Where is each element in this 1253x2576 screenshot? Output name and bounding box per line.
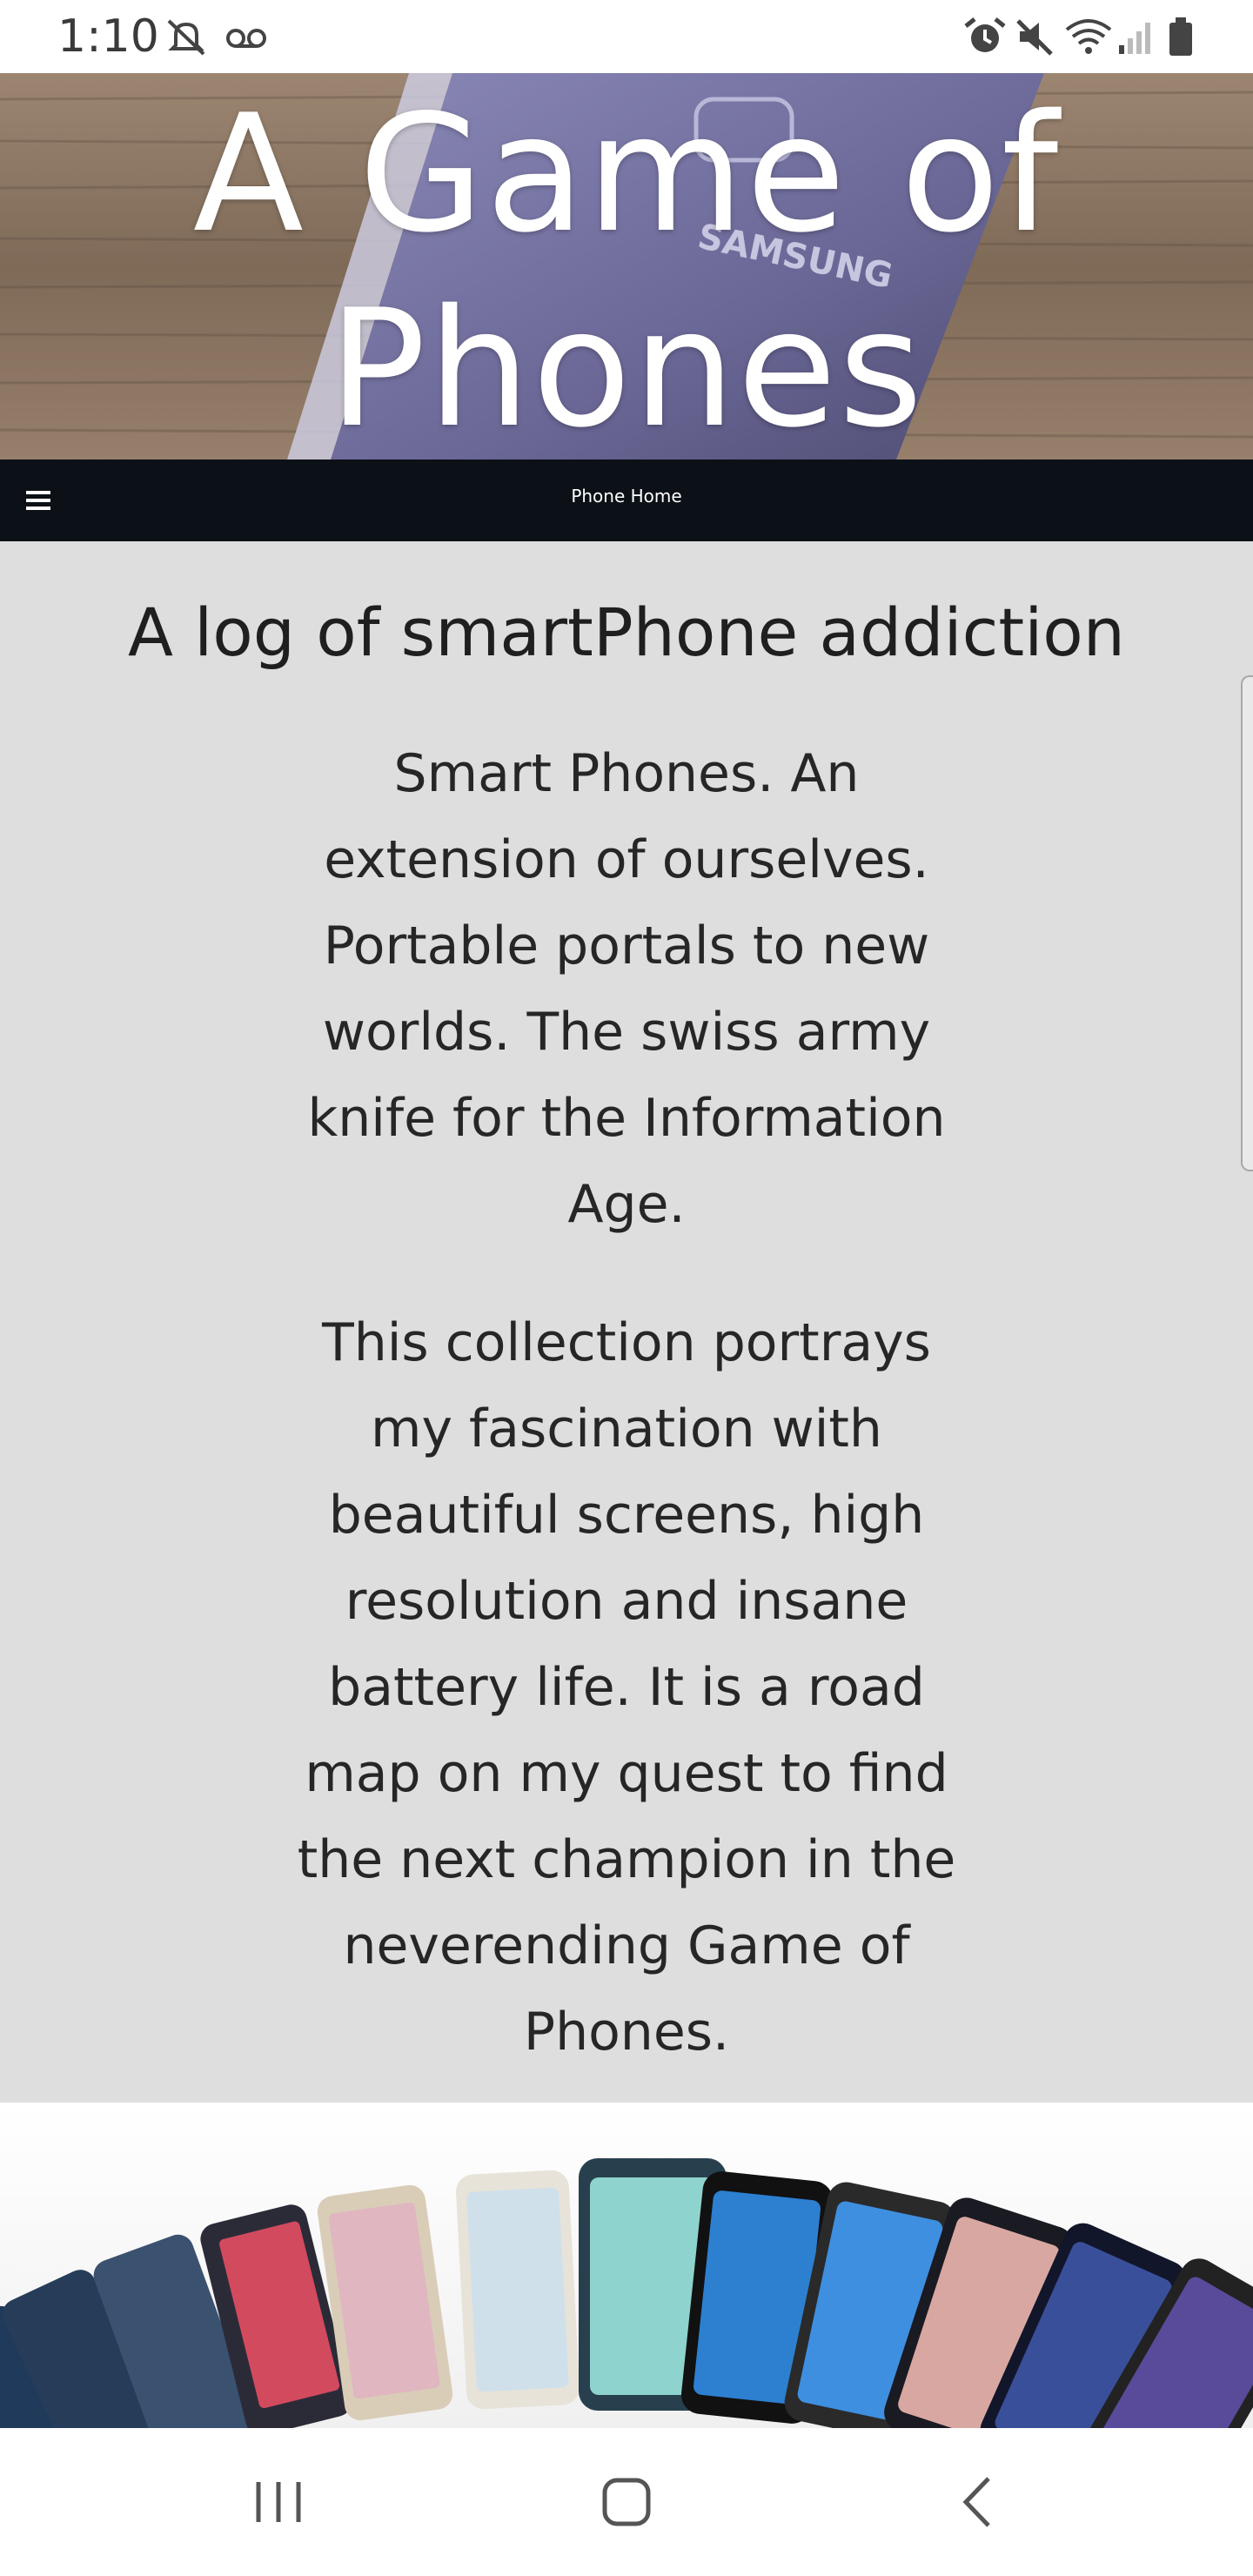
main-content: A log of smartPhone addiction Smart Phon… — [0, 541, 1253, 2103]
intro-paragraph: Smart Phones. An extension of ourselves.… — [307, 743, 946, 1235]
wifi-icon — [1065, 19, 1112, 54]
scroll-handle[interactable] — [1241, 675, 1253, 1171]
battery-icon — [1169, 17, 1192, 56]
mute-icon — [1016, 19, 1053, 56]
status-bar: 1:10 — [0, 0, 1253, 73]
system-navigation-bar — [0, 2428, 1253, 2576]
back-icon[interactable] — [938, 2463, 1016, 2541]
home-icon[interactable] — [587, 2463, 666, 2541]
phones-banner — [0, 2103, 1253, 2428]
hero-banner: SAMSUNG A Game of Phones — [0, 73, 1253, 460]
samsung-phones-lineup-image — [0, 2158, 1253, 2428]
status-time: 1:10 — [57, 10, 159, 63]
recent-apps-icon[interactable] — [239, 2463, 318, 2541]
signal-icon — [1119, 23, 1150, 54]
hero-title: A Game of Phones — [192, 79, 1061, 460]
nav-home-link[interactable]: Phone Home — [0, 486, 1253, 506]
page-heading: A log of smartPhone addiction — [128, 594, 1125, 671]
voicemail-icon — [226, 29, 266, 48]
collection-paragraph: This collection portrays my fascination … — [297, 1312, 956, 2063]
alarm-icon — [964, 17, 1006, 52]
notifications-off-icon — [167, 19, 205, 56]
top-navbar: Phone Home — [0, 460, 1253, 541]
